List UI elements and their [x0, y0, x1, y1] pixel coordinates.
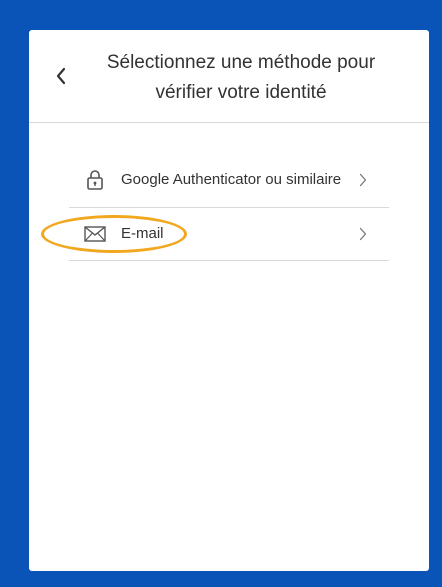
- method-item-email[interactable]: E-mail: [69, 208, 389, 261]
- verification-card: Sélectionnez une méthode pour vérifier v…: [29, 30, 429, 571]
- chevron-right-icon: [359, 227, 367, 241]
- chevron-right-icon: [359, 173, 367, 187]
- card-header: Sélectionnez une méthode pour vérifier v…: [29, 30, 429, 123]
- back-button[interactable]: [49, 61, 73, 91]
- method-label-email: E-mail: [121, 225, 164, 242]
- method-icon-container: [69, 226, 121, 242]
- method-icon-container: [69, 169, 121, 191]
- method-label-authenticator: Google Authenticator ou similaire: [121, 171, 342, 188]
- chevron-left-icon: [56, 67, 66, 85]
- method-item-authenticator[interactable]: Google Authenticator ou similaire: [69, 153, 389, 208]
- method-list: Google Authenticator ou similaire E-mail: [69, 153, 389, 261]
- page-title: Sélectionnez une méthode pour vérifier v…: [106, 52, 376, 103]
- envelope-icon: [84, 226, 106, 242]
- page-background: Sélectionnez une méthode pour vérifier v…: [0, 0, 442, 587]
- lock-icon: [87, 170, 103, 190]
